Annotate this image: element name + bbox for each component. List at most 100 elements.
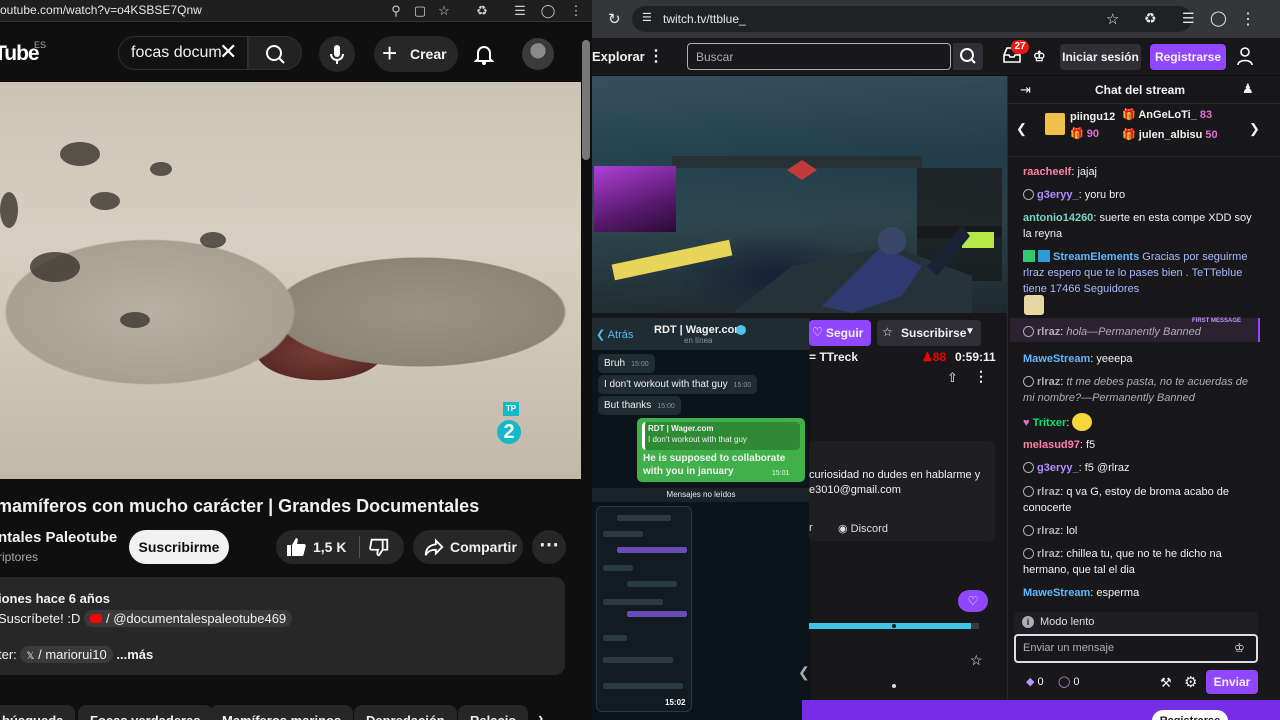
description-line-2: ter: 𝕏 / mariorui10 ...más bbox=[0, 646, 153, 663]
prime-crown-icon[interactable]: ♔ bbox=[1033, 48, 1046, 65]
notifications-bell-icon[interactable] bbox=[470, 40, 498, 68]
stream-player[interactable] bbox=[592, 76, 1007, 313]
site-info-icon[interactable]: ☰ bbox=[642, 11, 652, 24]
chip-search[interactable]: búsqueda bbox=[0, 705, 76, 720]
search-button[interactable] bbox=[953, 43, 983, 70]
gear-icon[interactable]: ⚙ bbox=[1184, 673, 1197, 691]
emote-image bbox=[1072, 413, 1093, 431]
collapse-arrow-icon[interactable]: ❮ bbox=[798, 664, 810, 681]
media-control-icon[interactable]: ☰ bbox=[1182, 10, 1195, 27]
chat-message: rlraz: q va G, estoy de broma acabo de c… bbox=[1023, 486, 1230, 514]
url-text[interactable]: twitch.tv/ttblue_ bbox=[663, 12, 746, 26]
extensions-icon[interactable]: ♻ bbox=[474, 3, 490, 19]
chat-username[interactable]: MaweStream bbox=[1023, 353, 1090, 365]
chat-username[interactable]: rlraz bbox=[1037, 326, 1060, 338]
cast-icon[interactable]: ▢ bbox=[412, 3, 428, 19]
chat-text: jajaj bbox=[1077, 166, 1098, 178]
chip-related[interactable]: Relacio bbox=[458, 705, 529, 720]
heart-icon: ♡ bbox=[967, 594, 979, 608]
chevron-right-icon[interactable]: ❯ bbox=[1249, 121, 1260, 137]
contact-name[interactable]: RDT | Wager.com bbox=[654, 324, 744, 336]
x-link[interactable]: 𝕏 / mariorui10 bbox=[20, 646, 113, 663]
chat-username[interactable]: g3eryy_ bbox=[1037, 462, 1079, 474]
send-button[interactable]: Enviar bbox=[1206, 670, 1258, 694]
url-text[interactable]: outube.com/watch?v=o4KSBSE7Qnw bbox=[0, 3, 202, 17]
stream-uptime: 0:59:11 bbox=[955, 350, 996, 364]
ban-notice: —Permanently Banned bbox=[1081, 392, 1195, 404]
chat-username[interactable]: MaweStream bbox=[1023, 587, 1090, 599]
discord-link[interactable]: ◉ Discord bbox=[838, 522, 888, 535]
menu-kebab-icon[interactable]: ⋮ bbox=[1240, 9, 1256, 29]
channel-points[interactable]: ◯ 0 bbox=[1058, 675, 1080, 688]
badge-icon bbox=[1023, 462, 1034, 473]
chevron-left-icon[interactable]: ❮ bbox=[1016, 121, 1027, 137]
gifter-name: AnGeLoTi_ bbox=[1138, 109, 1197, 121]
signup-button[interactable]: Registrarse bbox=[1150, 44, 1226, 70]
chip-marine-mammals[interactable]: Mamíferos marinos bbox=[210, 705, 354, 720]
profile-icon[interactable]: ◯ bbox=[1210, 9, 1227, 27]
menu-kebab-icon[interactable]: ⋮ bbox=[568, 3, 584, 19]
zoom-icon[interactable]: ⚲ bbox=[388, 3, 404, 19]
avatar[interactable] bbox=[522, 38, 554, 70]
community-icon[interactable]: ♟ bbox=[1242, 81, 1254, 97]
chat-username[interactable]: rlraz bbox=[1037, 525, 1060, 537]
subscribe-button[interactable]: Suscribirme bbox=[129, 530, 229, 564]
chat-username[interactable]: StreamElements bbox=[1053, 251, 1139, 263]
scrollbar[interactable] bbox=[582, 40, 590, 160]
gifter-name[interactable]: piingu12 bbox=[1070, 111, 1115, 123]
social-link[interactable]: r bbox=[809, 522, 813, 534]
more-menu-icon[interactable]: ⋮ bbox=[648, 46, 664, 66]
collapse-chat-icon[interactable]: ⇥ bbox=[1020, 82, 1031, 98]
media-control-icon[interactable]: ☰ bbox=[512, 3, 528, 19]
bookmark-star-icon[interactable]: ☆ bbox=[1106, 10, 1119, 28]
reload-icon[interactable]: ↻ bbox=[608, 10, 621, 28]
more-options-icon[interactable]: ⋮ bbox=[974, 368, 988, 385]
chat-username[interactable]: melasud97 bbox=[1023, 439, 1080, 451]
login-button[interactable]: Iniciar sesión bbox=[1060, 44, 1141, 70]
region-code: ES bbox=[34, 40, 47, 50]
gifter-name: julen_albisu bbox=[1138, 129, 1203, 141]
gifter-entry[interactable]: 🎁 julen_albisu 50 bbox=[1122, 128, 1218, 141]
user-icon[interactable] bbox=[1236, 46, 1254, 66]
chat-username[interactable]: Tritxer bbox=[1033, 417, 1067, 429]
bits-balance[interactable]: ◆ 0 bbox=[1026, 675, 1044, 688]
voice-search-button[interactable] bbox=[319, 36, 355, 72]
dislike-icon[interactable] bbox=[368, 536, 390, 558]
chevron-right-icon[interactable]: › bbox=[538, 710, 543, 720]
channel-name[interactable]: ntales Paleotube bbox=[0, 529, 117, 546]
chip-true-seals[interactable]: Focas verdaderas bbox=[78, 705, 213, 720]
channel-link[interactable]: / @documentalespaleotube469 bbox=[84, 610, 293, 627]
profile-icon[interactable]: ◯ bbox=[540, 3, 556, 19]
screenshot-image[interactable] bbox=[596, 506, 692, 712]
back-button[interactable]: ❮ Atrás bbox=[596, 328, 633, 341]
chat-username[interactable]: rlraz bbox=[1037, 486, 1060, 498]
footer-signup-button[interactable]: Registrarse bbox=[1152, 710, 1228, 720]
extensions-icon[interactable]: ♻ bbox=[1144, 10, 1157, 27]
chat-username[interactable]: raacheelf bbox=[1023, 166, 1071, 178]
chat-username[interactable]: g3eryy_ bbox=[1037, 189, 1079, 201]
show-more-link[interactable]: ...más bbox=[116, 647, 153, 662]
chat-username[interactable]: antonio14260 bbox=[1023, 212, 1093, 224]
badge-icon bbox=[1023, 326, 1034, 337]
chat-username[interactable]: rlraz bbox=[1037, 376, 1060, 388]
game-scene bbox=[732, 160, 972, 313]
chip-predation[interactable]: Depredación bbox=[354, 705, 457, 720]
heart-button[interactable]: ♡ bbox=[958, 590, 988, 612]
search-button[interactable] bbox=[248, 36, 302, 70]
youtube-logo[interactable]: Tube bbox=[0, 42, 40, 66]
share-icon[interactable]: ⇧ bbox=[947, 370, 958, 386]
search-input[interactable]: focas docum bbox=[131, 44, 222, 62]
bits-icon: ◆ bbox=[1026, 676, 1035, 688]
prime-emote-icon[interactable]: ♔ bbox=[1234, 641, 1245, 655]
tools-icon[interactable]: ⚒ bbox=[1160, 675, 1172, 691]
discord-label: Discord bbox=[850, 523, 888, 535]
bookmark-star-icon[interactable]: ☆ bbox=[436, 3, 452, 19]
star-icon[interactable]: ☆ bbox=[970, 652, 983, 669]
explore-link[interactable]: Explorar bbox=[592, 49, 645, 64]
chat-username[interactable]: rlraz bbox=[1037, 548, 1060, 560]
clear-search-icon[interactable]: ✕ bbox=[219, 40, 237, 64]
gifter-entry[interactable]: 🎁 AnGeLoTi_ 83 bbox=[1122, 108, 1212, 121]
like-icon[interactable] bbox=[284, 535, 308, 559]
video-player[interactable] bbox=[0, 82, 581, 479]
more-actions-button[interactable]: ⋯ bbox=[532, 530, 566, 564]
